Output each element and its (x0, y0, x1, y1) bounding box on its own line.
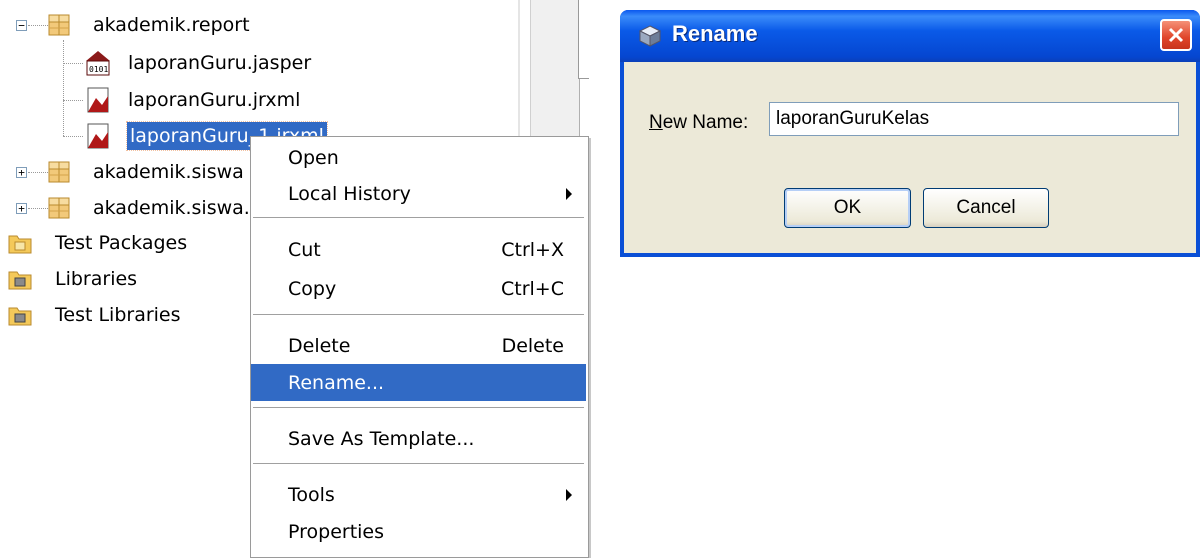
dialog-title-bar[interactable]: Rename (620, 10, 1200, 62)
close-icon (1168, 27, 1184, 43)
tree-node-label: Test Libraries (55, 304, 181, 326)
menu-item-local-history[interactable]: Local History (251, 175, 586, 212)
menu-separator (253, 314, 584, 316)
tree-node-label: Libraries (55, 268, 138, 290)
close-button[interactable] (1160, 19, 1192, 51)
jrxml-report-icon (87, 123, 109, 149)
menu-item-save-as-template[interactable]: Save As Template... (251, 420, 586, 457)
menu-item-label: Tools (288, 483, 335, 506)
menu-item-rename[interactable]: Rename... (251, 364, 586, 401)
folder-icon (8, 307, 32, 326)
dialog-cube-icon (638, 25, 662, 47)
tree-node-test-packages[interactable]: Test Packages (0, 226, 250, 260)
new-name-label-mnemonic: N (649, 112, 663, 133)
new-name-input[interactable]: laporanGuruKelas (769, 102, 1179, 136)
svg-text:0101: 0101 (89, 65, 108, 74)
menu-separator (253, 217, 584, 219)
collapse-icon[interactable]: − (16, 20, 27, 31)
menu-item-label: Rename... (288, 371, 385, 394)
package-icon (48, 197, 70, 219)
package-icon (48, 161, 70, 183)
editor-scroll-edge (530, 0, 580, 140)
panel-divider (518, 0, 520, 140)
jasper-report-icon: 0101 (86, 51, 110, 76)
tree-node-label: laporanGuru.jrxml (128, 89, 301, 111)
menu-separator (253, 407, 584, 409)
menu-item-cut[interactable]: Cut Ctrl+X (251, 231, 586, 268)
context-menu: Open Local History Cut Ctrl+X Copy Ctrl+… (250, 136, 589, 558)
tree-node-label: akademik.siswa. (93, 197, 250, 219)
jrxml-report-icon (87, 87, 109, 113)
folder-icon (8, 235, 32, 254)
tree-node-akademik-report[interactable]: − akademik.report (0, 8, 260, 42)
tree-node-label: akademik.siswa (93, 161, 244, 183)
expand-icon[interactable]: + (16, 203, 27, 214)
tree-node-label: akademik.report (93, 14, 250, 36)
menu-item-shortcut: Ctrl+C (501, 277, 564, 300)
menu-item-shortcut: Ctrl+X (501, 238, 564, 261)
submenu-arrow-icon (566, 488, 572, 501)
menu-separator (253, 463, 584, 465)
menu-item-properties[interactable]: Properties (251, 513, 586, 550)
submenu-arrow-icon (566, 187, 572, 200)
folder-icon (8, 271, 32, 290)
editor-edge (578, 0, 589, 79)
menu-item-copy[interactable]: Copy Ctrl+C (251, 270, 586, 307)
tree-node-test-libraries[interactable]: Test Libraries (0, 298, 250, 332)
new-name-label: New Name: (649, 112, 748, 134)
menu-item-label: Delete (288, 334, 351, 357)
menu-item-label: Cut (288, 238, 321, 261)
expand-icon[interactable]: + (16, 167, 27, 178)
menu-item-label: Properties (288, 520, 385, 543)
new-name-label-text: ew Name: (662, 112, 749, 133)
package-icon (48, 14, 70, 36)
menu-item-label: Copy (288, 277, 337, 300)
dialog-body: New Name: laporanGuruKelas OK Cancel (624, 62, 1196, 253)
menu-item-label: Local History (288, 182, 411, 205)
tree-node-label: laporanGuru.jasper (128, 52, 312, 74)
tree-node-laporanguru-jrxml[interactable]: laporanGuru.jrxml (0, 83, 340, 117)
cancel-button[interactable]: Cancel (923, 188, 1049, 228)
menu-item-label: Save As Template... (288, 427, 475, 450)
tree-node-akademik-siswa[interactable]: + akademik.siswa (0, 155, 250, 189)
dialog-title: Rename (672, 21, 758, 46)
menu-item-label: Open (288, 146, 339, 169)
tree-node-libraries[interactable]: Libraries (0, 262, 250, 296)
tree-node-label: Test Packages (55, 232, 188, 254)
tree-node-laporanguru-jasper[interactable]: 0101 laporanGuru.jasper (0, 46, 340, 80)
rename-dialog: Rename New Name: laporanGuruKelas OK Can… (620, 10, 1200, 257)
menu-item-shortcut: Delete (501, 334, 564, 357)
ok-button[interactable]: OK (784, 188, 911, 228)
menu-item-delete[interactable]: Delete Delete (251, 327, 586, 364)
menu-item-open[interactable]: Open (251, 139, 586, 176)
menu-item-tools[interactable]: Tools (251, 476, 586, 513)
tree-node-akademik-siswa-2[interactable]: + akademik.siswa. (0, 191, 250, 225)
